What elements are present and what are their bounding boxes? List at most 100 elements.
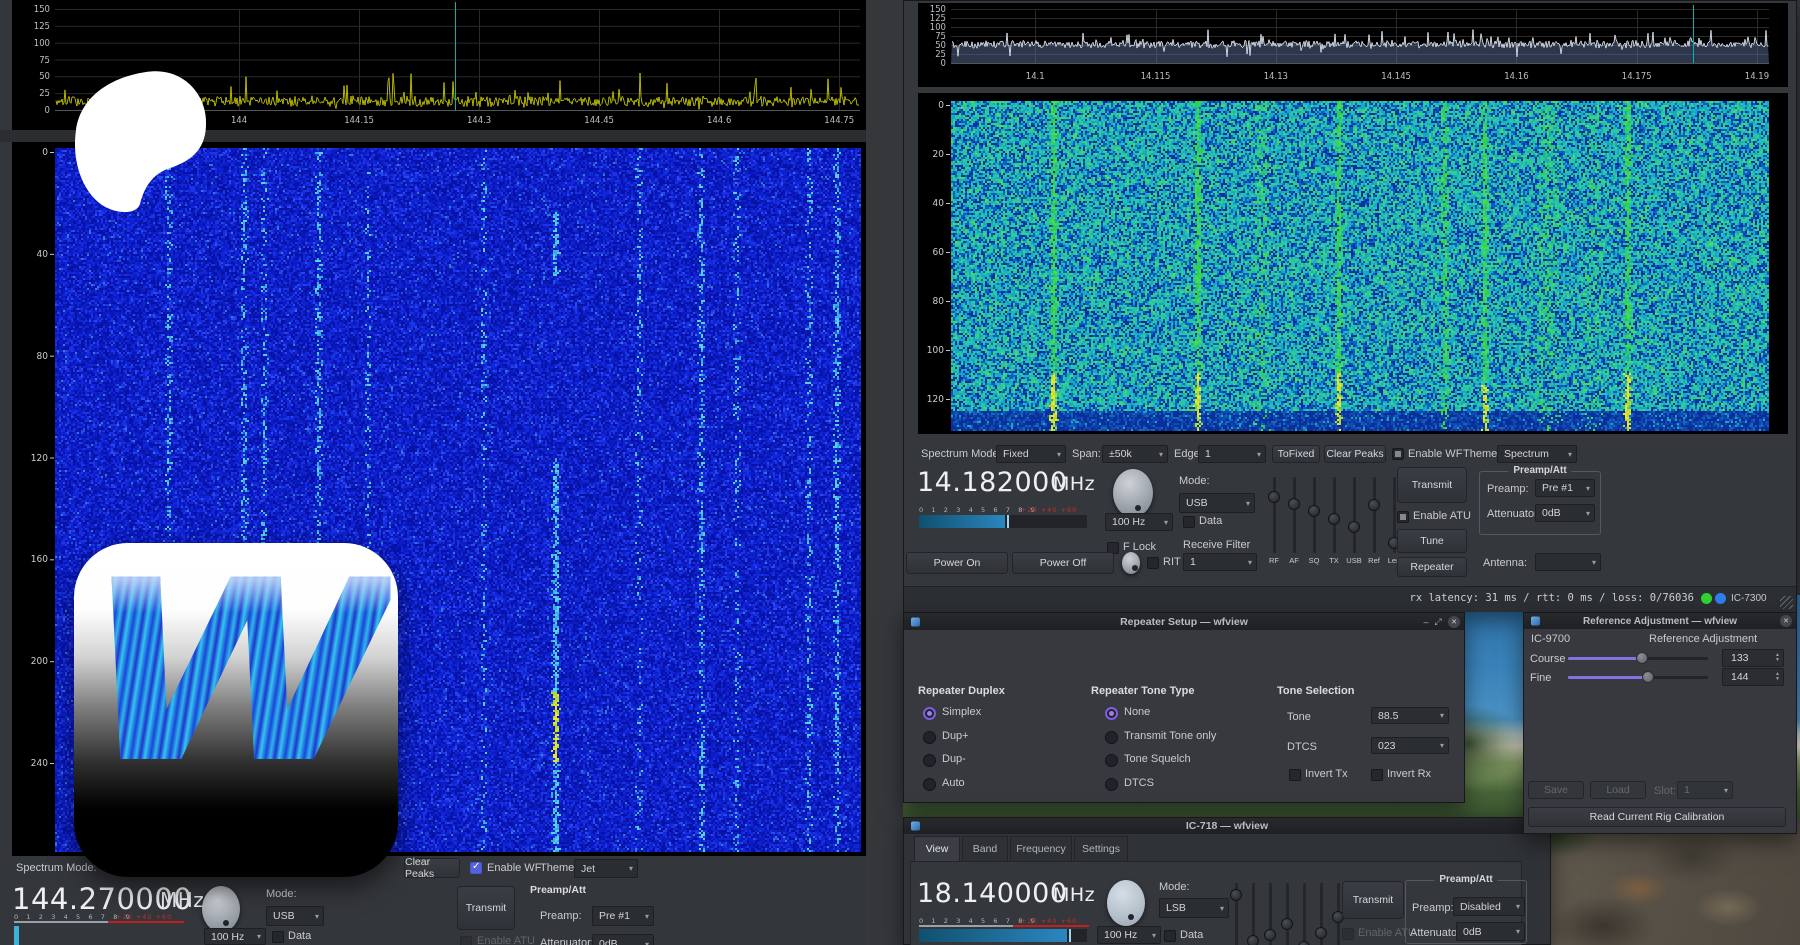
spin-arrows-icon[interactable]: ▲▼ xyxy=(1775,672,1783,682)
slider-handle[interactable] xyxy=(1348,521,1360,533)
read-calibration-button[interactable]: Read Current Rig Calibration xyxy=(1528,807,1786,827)
attenuator-dropdown[interactable]: 0dB▾ xyxy=(1456,922,1525,941)
transmit-button[interactable]: Transmit xyxy=(457,886,515,930)
close-button[interactable]: ✕ xyxy=(1448,616,1460,628)
slider-handle[interactable] xyxy=(1281,918,1293,930)
tab-settings[interactable]: Settings xyxy=(1074,836,1128,861)
course-slider[interactable] xyxy=(1568,652,1708,664)
slider-handle[interactable] xyxy=(1636,652,1648,664)
slider-handle[interactable] xyxy=(1368,499,1380,511)
radio-dtcs[interactable] xyxy=(1105,778,1118,791)
tuning-step-dropdown[interactable]: 100 Hz▾ xyxy=(1097,926,1161,944)
slider[interactable] xyxy=(1367,477,1381,553)
power-off-button[interactable]: Power Off xyxy=(1012,552,1114,574)
fine-spinbox[interactable]: 144 ▲▼ xyxy=(1722,668,1784,686)
attenuator-dropdown[interactable]: 0dB▾ xyxy=(592,934,654,945)
slider-handle[interactable] xyxy=(1298,941,1310,945)
frequency-display[interactable]: 18.140000 xyxy=(917,878,1068,909)
radio-auto[interactable] xyxy=(923,778,936,791)
close-button[interactable]: ✕ xyxy=(1780,615,1792,627)
enable-wf-checkbox[interactable] xyxy=(470,862,482,874)
receive-filter-dropdown[interactable]: 1▾ xyxy=(1183,553,1257,571)
slider-handle[interactable] xyxy=(1308,505,1320,517)
slider[interactable] xyxy=(1263,883,1277,945)
maximize-button[interactable]: ⤢ xyxy=(1432,616,1444,627)
enable-atu-checkbox[interactable] xyxy=(1342,928,1354,940)
preamp-dropdown[interactable]: Pre #1▾ xyxy=(1535,479,1595,497)
clear-peaks-button[interactable]: Clear Peaks xyxy=(1324,445,1386,463)
radio-dup-[interactable] xyxy=(923,754,936,767)
tab-frequency[interactable]: Frequency xyxy=(1010,836,1072,861)
titlebar[interactable]: Repeater Setup — wfview – ⤢ ✕ xyxy=(904,613,1464,630)
slider[interactable] xyxy=(1327,477,1341,553)
spin-arrows-icon[interactable]: ▲▼ xyxy=(1775,653,1783,663)
slider-handle[interactable] xyxy=(1268,491,1280,503)
radio-tone-squelch[interactable] xyxy=(1105,754,1118,767)
preamp-dropdown[interactable]: Pre #1▾ xyxy=(592,906,654,926)
rit-knob[interactable] xyxy=(1122,552,1140,574)
span-dropdown[interactable]: ±50k▾ xyxy=(1102,445,1168,463)
slider-handle[interactable] xyxy=(1247,935,1259,945)
fine-slider[interactable] xyxy=(1568,671,1708,683)
slider[interactable] xyxy=(1287,477,1301,553)
slider-handle[interactable] xyxy=(1230,889,1242,901)
tab-view[interactable]: View xyxy=(914,836,960,863)
slider[interactable] xyxy=(1297,883,1311,945)
titlebar[interactable]: Reference Adjustment — wfview ✕ xyxy=(1524,613,1796,629)
slider[interactable] xyxy=(1280,883,1294,945)
tuning-knob[interactable] xyxy=(1107,880,1145,926)
slider[interactable] xyxy=(1314,883,1328,945)
tone-dropdown[interactable]: 88.5▾ xyxy=(1371,707,1449,724)
radio-none[interactable] xyxy=(1105,707,1118,720)
dtcs-dropdown[interactable]: 023▾ xyxy=(1371,737,1449,754)
slider-handle[interactable] xyxy=(1328,513,1340,525)
theme-dropdown[interactable]: Jet▾ xyxy=(574,859,638,878)
enable-wf-checkbox[interactable] xyxy=(1392,448,1404,460)
mode-dropdown[interactable]: USB▾ xyxy=(266,906,324,926)
slider-handle[interactable] xyxy=(1264,929,1276,941)
repeater-button[interactable]: Repeater xyxy=(1397,557,1467,577)
mode-dropdown[interactable]: USB▾ xyxy=(1179,493,1255,513)
rit-checkbox[interactable] xyxy=(1147,557,1159,569)
load-button[interactable]: Load xyxy=(1590,781,1646,799)
minimize-button[interactable]: – xyxy=(1420,617,1432,627)
invert-tx-checkbox[interactable] xyxy=(1289,769,1301,781)
slider[interactable] xyxy=(1307,477,1321,553)
spectrum-mode-dropdown[interactable]: Fixed▾ xyxy=(996,445,1066,463)
radio-dup-[interactable] xyxy=(923,731,936,744)
data-checkbox[interactable] xyxy=(272,931,284,943)
right-spectrum-plot[interactable] xyxy=(918,3,1788,87)
frequency-display[interactable]: 14.182000 xyxy=(917,467,1068,498)
tab-band[interactable]: Band xyxy=(962,836,1008,861)
slider-handle[interactable] xyxy=(1288,498,1300,510)
edge-dropdown[interactable]: 1▾ xyxy=(1198,445,1266,463)
tuning-knob[interactable] xyxy=(202,886,240,932)
enable-atu-checkbox[interactable] xyxy=(460,936,472,945)
transmit-button[interactable]: Transmit xyxy=(1342,881,1404,919)
attenuator-dropdown[interactable]: 0dB▾ xyxy=(1535,504,1595,522)
titlebar[interactable]: IC-718 — wfview xyxy=(904,818,1550,834)
tuning-knob[interactable] xyxy=(1113,469,1153,517)
radio-transmit-tone-only[interactable] xyxy=(1105,731,1118,744)
data-checkbox[interactable] xyxy=(1164,930,1176,942)
slider[interactable] xyxy=(1267,477,1281,553)
tune-button[interactable]: Tune xyxy=(1397,529,1467,553)
right-waterfall-plot[interactable] xyxy=(918,93,1788,434)
slot-dropdown[interactable]: 1▾ xyxy=(1677,781,1733,799)
theme-dropdown[interactable]: Spectrum▾ xyxy=(1497,445,1577,463)
antenna-dropdown[interactable]: ▾ xyxy=(1535,553,1601,571)
data-checkbox[interactable] xyxy=(1183,516,1195,528)
transmit-button[interactable]: Transmit xyxy=(1397,467,1467,503)
resize-grip[interactable] xyxy=(1780,596,1793,609)
preamp-dropdown[interactable]: Disabled▾ xyxy=(1453,897,1525,916)
mode-dropdown[interactable]: LSB▾ xyxy=(1159,898,1229,918)
clear-peaks-button[interactable]: Clear Peaks xyxy=(404,858,460,878)
invert-rx-checkbox[interactable] xyxy=(1371,769,1383,781)
radio-simplex[interactable] xyxy=(923,707,936,720)
slider[interactable] xyxy=(1347,477,1361,553)
slider[interactable] xyxy=(1246,883,1260,945)
slider[interactable] xyxy=(1229,883,1243,945)
save-button[interactable]: Save xyxy=(1528,781,1584,799)
tuning-step-dropdown[interactable]: 100 Hz▾ xyxy=(1105,513,1173,531)
enable-atu-checkbox[interactable] xyxy=(1397,511,1409,523)
